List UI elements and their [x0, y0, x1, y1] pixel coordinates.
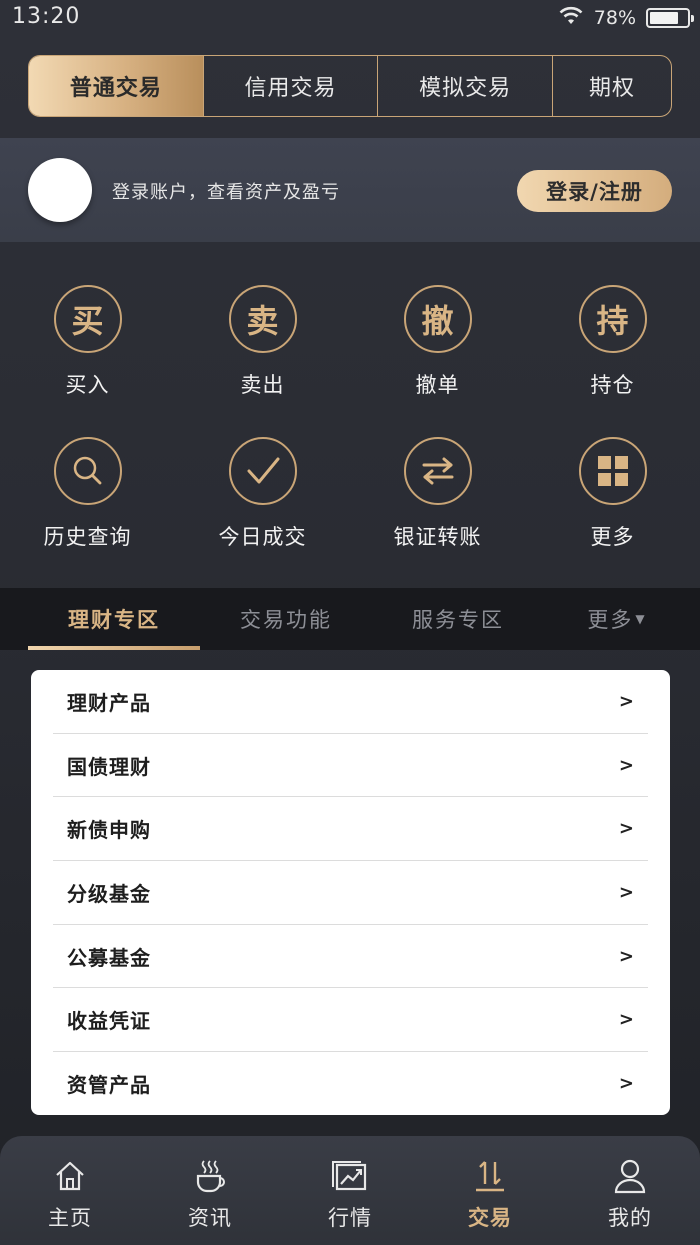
check-icon: [228, 437, 297, 505]
product-list: 理财产品 > 国债理财 > 新债申购 > 分级基金 > 公募基金 > 收益凭证 …: [31, 670, 670, 1115]
battery-level: [650, 12, 679, 24]
trade-screen: 13:20 78% 普通交易 信用交易 模拟交易 期权 登录账户，查看资产及盈亏…: [0, 0, 700, 1245]
func-position[interactable]: 持 持仓: [525, 268, 700, 420]
search-icon: [53, 437, 122, 505]
chevron-right-icon: >: [618, 754, 634, 776]
list-item-new-bond[interactable]: 新债申购 >: [53, 797, 648, 862]
func-cancel-order[interactable]: 撤 撤单: [350, 268, 525, 420]
func-bank-transfer[interactable]: 银证转账: [350, 420, 525, 572]
trade-arrows-icon: [470, 1156, 510, 1196]
status-time: 13:20: [12, 4, 81, 29]
nav-news[interactable]: 资讯: [140, 1136, 280, 1245]
func-history-query[interactable]: 历史查询: [0, 420, 175, 572]
section-tabs: 理财专区 交易功能 服务专区 更多 ▼: [0, 588, 700, 650]
func-buy[interactable]: 买 买入: [0, 268, 175, 420]
chevron-right-icon: >: [618, 945, 634, 967]
cancel-order-icon: 撤: [403, 285, 472, 353]
trade-mode-tabs: 普通交易 信用交易 模拟交易 期权: [28, 55, 672, 117]
chevron-right-icon: >: [618, 1073, 634, 1095]
nav-label: 我的: [608, 1206, 652, 1230]
nav-label: 行情: [328, 1206, 372, 1230]
chevron-right-icon: >: [618, 1009, 634, 1031]
transfer-icon: [403, 437, 472, 505]
nav-label: 主页: [48, 1206, 92, 1230]
tab-simulated-trade[interactable]: 模拟交易: [377, 56, 552, 116]
bottom-nav: 主页 资讯 行情 交易 我的: [0, 1136, 700, 1245]
nav-mine[interactable]: 我的: [560, 1136, 700, 1245]
list-item-graded-fund[interactable]: 分级基金 >: [53, 861, 648, 925]
func-label: 撤单: [415, 373, 460, 397]
func-label: 买入: [65, 373, 110, 397]
func-label: 更多: [590, 525, 635, 549]
chevron-right-icon: >: [618, 881, 634, 903]
coffee-icon: [190, 1156, 230, 1196]
login-register-button[interactable]: 登录/注册: [517, 170, 672, 212]
tab-more[interactable]: 更多 ▼: [562, 588, 672, 650]
chevron-right-icon: >: [618, 690, 634, 712]
list-item-label: 国债理财: [67, 754, 151, 779]
func-label: 卖出: [240, 373, 285, 397]
tab-service-zone[interactable]: 服务专区: [372, 588, 544, 650]
list-item-treasury[interactable]: 国债理财 >: [53, 734, 648, 798]
list-item-public-fund[interactable]: 公募基金 >: [53, 925, 648, 989]
chevron-right-icon: >: [618, 818, 634, 840]
list-item-wealth-products[interactable]: 理财产品 >: [53, 670, 648, 734]
home-icon: [50, 1156, 90, 1196]
avatar[interactable]: [28, 158, 92, 222]
tab-more-label: 更多: [587, 608, 634, 632]
wifi-icon: [558, 6, 584, 30]
nav-label: 资讯: [188, 1206, 232, 1230]
list-item-label: 理财产品: [67, 690, 151, 715]
tab-credit-trade[interactable]: 信用交易: [202, 56, 378, 116]
nav-trade[interactable]: 交易: [420, 1136, 560, 1245]
chart-icon: [330, 1156, 370, 1196]
list-item-asset-management[interactable]: 资管产品 >: [53, 1052, 648, 1116]
buy-icon: 买: [53, 285, 122, 353]
list-item-label: 分级基金: [67, 881, 151, 906]
tab-trade-functions[interactable]: 交易功能: [200, 588, 372, 650]
function-grid: 买 买入 卖 卖出 撤 撤单 持 持仓 历史查询 今日成交 银证转账 更多: [0, 268, 700, 568]
nav-home[interactable]: 主页: [0, 1136, 140, 1245]
user-icon: [610, 1156, 650, 1196]
list-item-label: 公募基金: [67, 945, 151, 970]
sell-icon: 卖: [228, 285, 297, 353]
func-label: 今日成交: [218, 525, 307, 549]
func-sell[interactable]: 卖 卖出: [175, 268, 350, 420]
tab-normal-trade[interactable]: 普通交易: [29, 56, 203, 116]
login-banner: 登录账户，查看资产及盈亏 登录/注册: [0, 138, 700, 242]
list-item-label: 收益凭证: [67, 1009, 151, 1034]
list-item-label: 新债申购: [67, 818, 151, 843]
list-item-label: 资管产品: [67, 1073, 151, 1098]
tab-wealth-zone[interactable]: 理财专区: [28, 588, 200, 650]
nav-label: 交易: [468, 1206, 512, 1230]
func-today-deals[interactable]: 今日成交: [175, 420, 350, 572]
func-label: 持仓: [590, 373, 635, 397]
grid-icon: [578, 437, 647, 505]
battery-percent: 78%: [593, 7, 636, 29]
login-hint: 登录账户，查看资产及盈亏: [112, 182, 340, 203]
list-item-income-certificate[interactable]: 收益凭证 >: [53, 988, 648, 1053]
func-label: 银证转账: [393, 525, 482, 549]
tab-options[interactable]: 期权: [551, 56, 671, 116]
func-more[interactable]: 更多: [525, 420, 700, 572]
status-indicators: 78%: [558, 6, 694, 30]
nav-market[interactable]: 行情: [280, 1136, 420, 1245]
position-icon: 持: [578, 285, 647, 353]
battery-icon: [646, 8, 694, 28]
func-label: 历史查询: [43, 525, 132, 549]
status-bar: 13:20 78%: [0, 0, 700, 36]
dropdown-triangle-icon: ▼: [635, 612, 647, 626]
